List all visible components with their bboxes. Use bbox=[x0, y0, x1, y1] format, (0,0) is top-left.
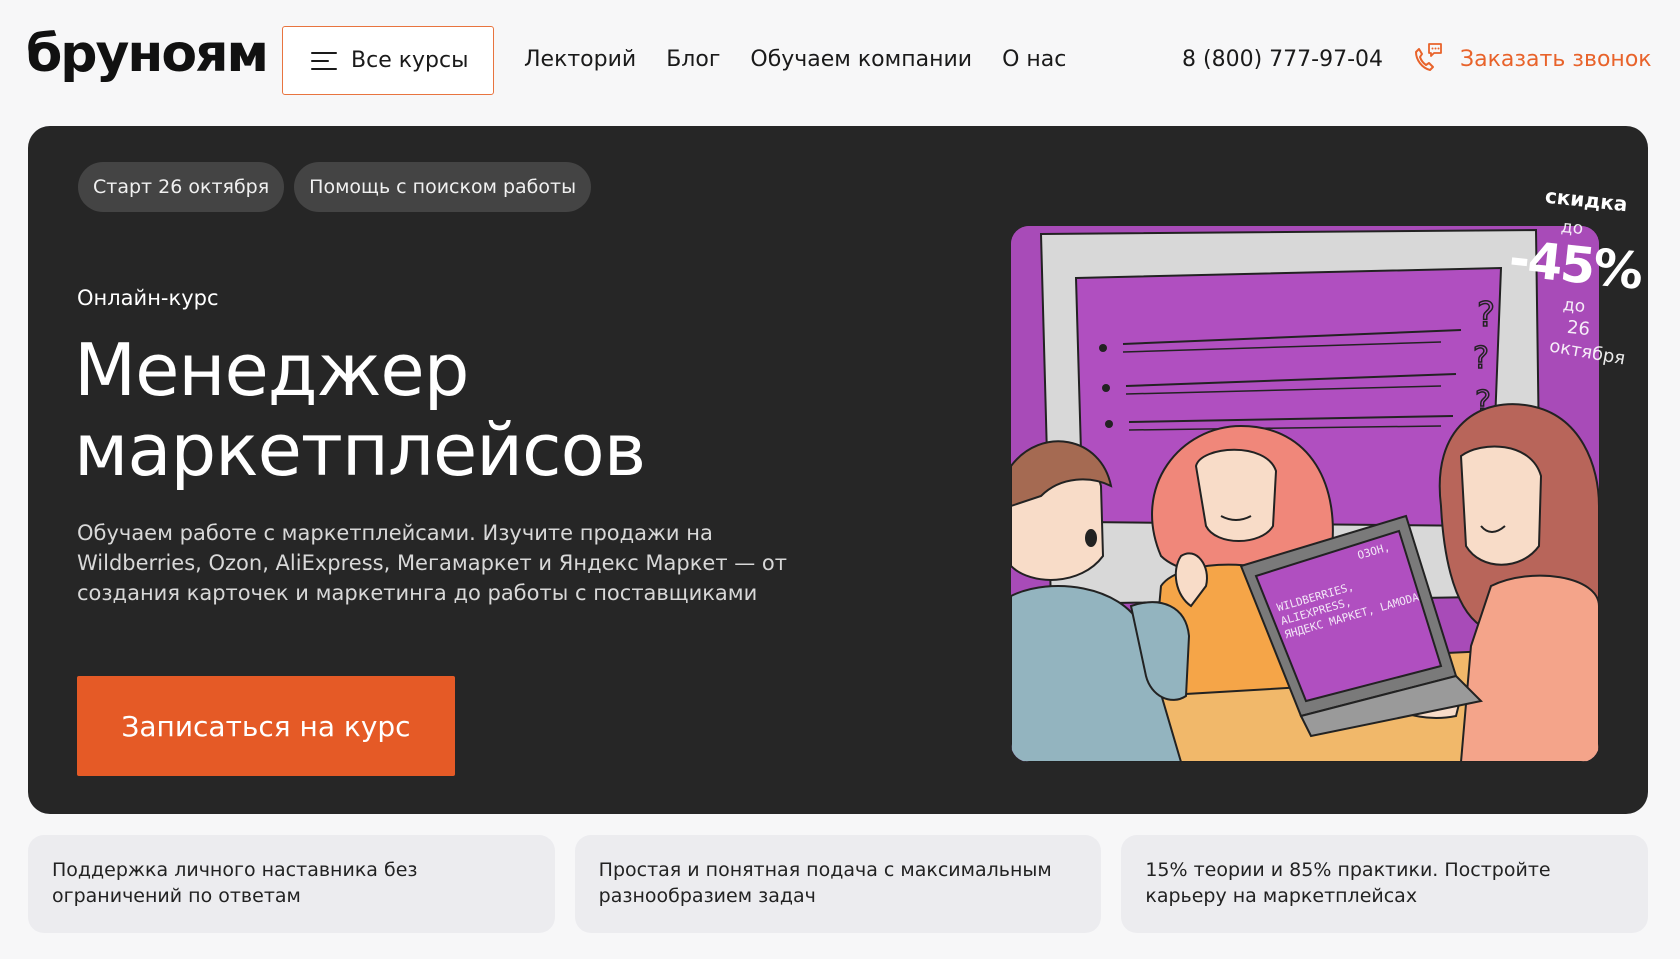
callback-link[interactable]: Заказать звонок bbox=[1460, 44, 1652, 76]
logo[interactable]: бруноям bbox=[26, 22, 269, 86]
feature-card-practice: 15% теории и 85% практики. Постройте кар… bbox=[1121, 835, 1649, 933]
nav-item-lectures[interactable]: Лекторий bbox=[524, 44, 636, 76]
nav-item-corporate[interactable]: Обучаем компании bbox=[750, 44, 972, 76]
title-line-2: маркетплейсов bbox=[74, 408, 646, 492]
discount-label: скидка bbox=[1543, 183, 1629, 217]
tag-job-help: Помощь с поиском работы bbox=[294, 162, 592, 212]
title-line-1: Менеджер bbox=[74, 328, 469, 412]
nav-item-about[interactable]: О нас bbox=[1002, 44, 1066, 76]
all-courses-button[interactable]: Все курсы bbox=[282, 26, 494, 95]
discount-day: 26 bbox=[1565, 316, 1591, 341]
feature-card-tasks: Простая и понятная подача с максимальным… bbox=[574, 835, 1102, 933]
feature-card-mentor: Поддержка личного наставника без огранич… bbox=[28, 835, 555, 933]
enroll-button[interactable]: Записаться на курс bbox=[77, 676, 455, 776]
hero-tags: Старт 26 октября Помощь с поиском работы bbox=[78, 162, 592, 212]
phone-number[interactable]: 8 (800) 777-97-04 bbox=[1182, 44, 1383, 76]
hero-banner: Старт 26 октября Помощь с поиском работы… bbox=[28, 126, 1648, 814]
all-courses-label: Все курсы bbox=[351, 48, 469, 73]
menu-icon bbox=[311, 51, 337, 70]
page-title: Менеджер маркетплейсов bbox=[74, 330, 834, 490]
site-header: бруноям Все курсы Лекторий Блог Обучаем … bbox=[0, 0, 1680, 120]
discount-percent: -45% bbox=[1506, 229, 1645, 301]
course-description: Обучаем работе с маркетплейсами. Изучите… bbox=[77, 521, 788, 605]
discount-month: октября bbox=[1547, 335, 1627, 370]
discount-badge: скидка до -45% до 26 октября bbox=[1483, 183, 1648, 426]
nav-item-blog[interactable]: Блог bbox=[666, 44, 720, 76]
phone-chat-icon[interactable] bbox=[1410, 40, 1444, 74]
tag-start-date: Старт 26 октября bbox=[78, 162, 285, 212]
course-type: Онлайн-курс bbox=[77, 286, 219, 310]
main-nav: Лекторий Блог Обучаем компании О нас bbox=[524, 44, 1066, 76]
feature-cards: Поддержка личного наставника без огранич… bbox=[28, 835, 1649, 933]
discount-until: до bbox=[1562, 294, 1587, 318]
